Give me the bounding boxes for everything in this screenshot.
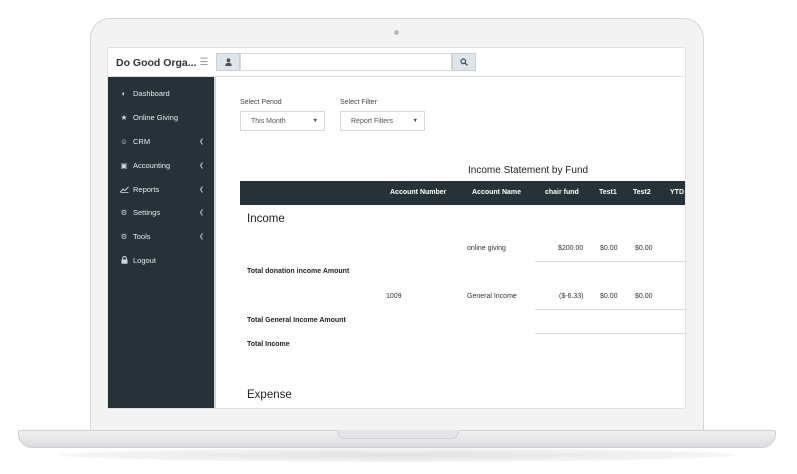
caret-down-icon: ▼ <box>412 118 418 124</box>
sidebar-item-label: Dashboard <box>133 89 170 99</box>
row-divider <box>535 333 685 334</box>
sidebar-item-label: Settings <box>133 208 161 218</box>
main-content: Select Period This Month ▼ Select Filter… <box>216 77 685 408</box>
total-general-label: Total General Income Amount <box>247 317 346 324</box>
report-title: Income Statement by Fund <box>468 165 589 176</box>
search-input[interactable] <box>240 53 452 71</box>
star-icon: ★ <box>120 113 128 123</box>
row-1-test2: $0.00 <box>635 245 653 252</box>
table-header: Account Number Account Name chair fund T… <box>240 181 685 205</box>
sidebar-item-label: Logout <box>133 255 156 265</box>
laptop-shadow <box>60 448 736 462</box>
hamburger-icon[interactable]: ☰ <box>200 57 209 68</box>
row-1-account-name: online giving <box>467 245 506 252</box>
caret-down-icon: ▼ <box>312 118 318 124</box>
gears-icon: ⚙ <box>120 208 128 218</box>
credit-card-icon: ▣ <box>120 160 128 170</box>
search-button[interactable] <box>452 53 476 71</box>
column-header-test2: Test2 <box>633 189 651 196</box>
sidebar-item-label: Reports <box>133 184 160 194</box>
column-header-test1: Test1 <box>599 189 617 196</box>
period-label: Select Period <box>240 99 282 106</box>
sidebar-item-label: Online Giving <box>133 113 179 123</box>
sidebar-item-logout[interactable]: Logout <box>108 249 214 273</box>
row-2-test2: $0.00 <box>635 293 653 300</box>
sidebar-item-label: Tools <box>133 232 151 242</box>
chevron-left-icon: ❮ <box>198 210 204 217</box>
sidebar-item-online-giving[interactable]: ★ Online Giving <box>108 106 214 130</box>
row-2-account-number: 1009 <box>386 293 402 300</box>
brand-title: Do Good Orga... <box>116 56 197 69</box>
row-1-chair-fund: $200.00 <box>558 245 584 252</box>
sidebar-item-accounting[interactable]: ▣ Accounting ❮ <box>108 153 214 177</box>
total-income-label: Total Income <box>247 341 290 348</box>
filter-label: Select Filter <box>340 99 377 106</box>
row-divider <box>535 309 685 310</box>
chevron-left-icon: ❮ <box>198 162 204 169</box>
period-select-value: This Month <box>251 117 286 125</box>
row-2-account-name: General Income <box>467 293 517 300</box>
sidebar-item-settings[interactable]: ⚙ Settings ❮ <box>108 201 214 225</box>
total-donation-label: Total donation income Amount <box>247 268 350 275</box>
sidebar-item-tools[interactable]: ⚙ Tools ❮ <box>108 225 214 249</box>
expense-heading: Expense <box>247 389 292 401</box>
laptop-notch <box>337 430 459 439</box>
filter-select-value: Report Filters <box>351 117 394 125</box>
row-2-test1: $0.00 <box>600 293 618 300</box>
app-screen: Do Good Orga... ☰ ◐ Dashboard ★ Online G… <box>107 47 686 409</box>
column-header-ytd: YTD <box>670 189 684 196</box>
filter-select[interactable]: Report Filters ▼ <box>340 111 425 131</box>
sidebar: ◐ Dashboard ★ Online Giving ☺ CRM ❮ ▣ Ac… <box>108 77 214 408</box>
column-header-chair-fund: chair fund <box>545 189 579 196</box>
period-select[interactable]: This Month ▼ <box>240 111 325 131</box>
user-circle-icon: ☺ <box>120 136 128 146</box>
camera-dot <box>394 30 399 35</box>
sidebar-item-reports[interactable]: Reports ❮ <box>108 177 214 201</box>
chevron-left-icon: ❮ <box>198 234 204 241</box>
chevron-left-icon: ❮ <box>198 186 204 193</box>
income-heading: Income <box>247 213 285 225</box>
top-bar: Do Good Orga... ☰ <box>108 48 685 77</box>
sidebar-item-crm[interactable]: ☺ CRM ❮ <box>108 130 214 154</box>
column-header-account-number: Account Number <box>390 189 447 196</box>
lock-icon <box>117 256 131 265</box>
search-icon <box>460 58 468 66</box>
user-button[interactable] <box>216 53 240 71</box>
dashboard-icon: ◐ <box>121 89 127 99</box>
line-chart-icon <box>117 186 131 193</box>
sidebar-item-dashboard[interactable]: ◐ Dashboard <box>108 82 214 106</box>
sidebar-item-label: CRM <box>133 136 151 146</box>
chevron-left-icon: ❮ <box>198 138 204 145</box>
row-2-chair-fund: ($-6.33) <box>559 293 584 300</box>
user-icon <box>224 58 232 66</box>
brand[interactable]: Do Good Orga... ☰ <box>108 48 214 77</box>
row-1-test1: $0.00 <box>600 245 618 252</box>
cogs-icon: ⚙ <box>120 232 128 242</box>
sidebar-item-label: Accounting <box>133 160 171 170</box>
row-divider <box>535 261 685 262</box>
column-header-account-name: Account Name <box>472 189 522 196</box>
